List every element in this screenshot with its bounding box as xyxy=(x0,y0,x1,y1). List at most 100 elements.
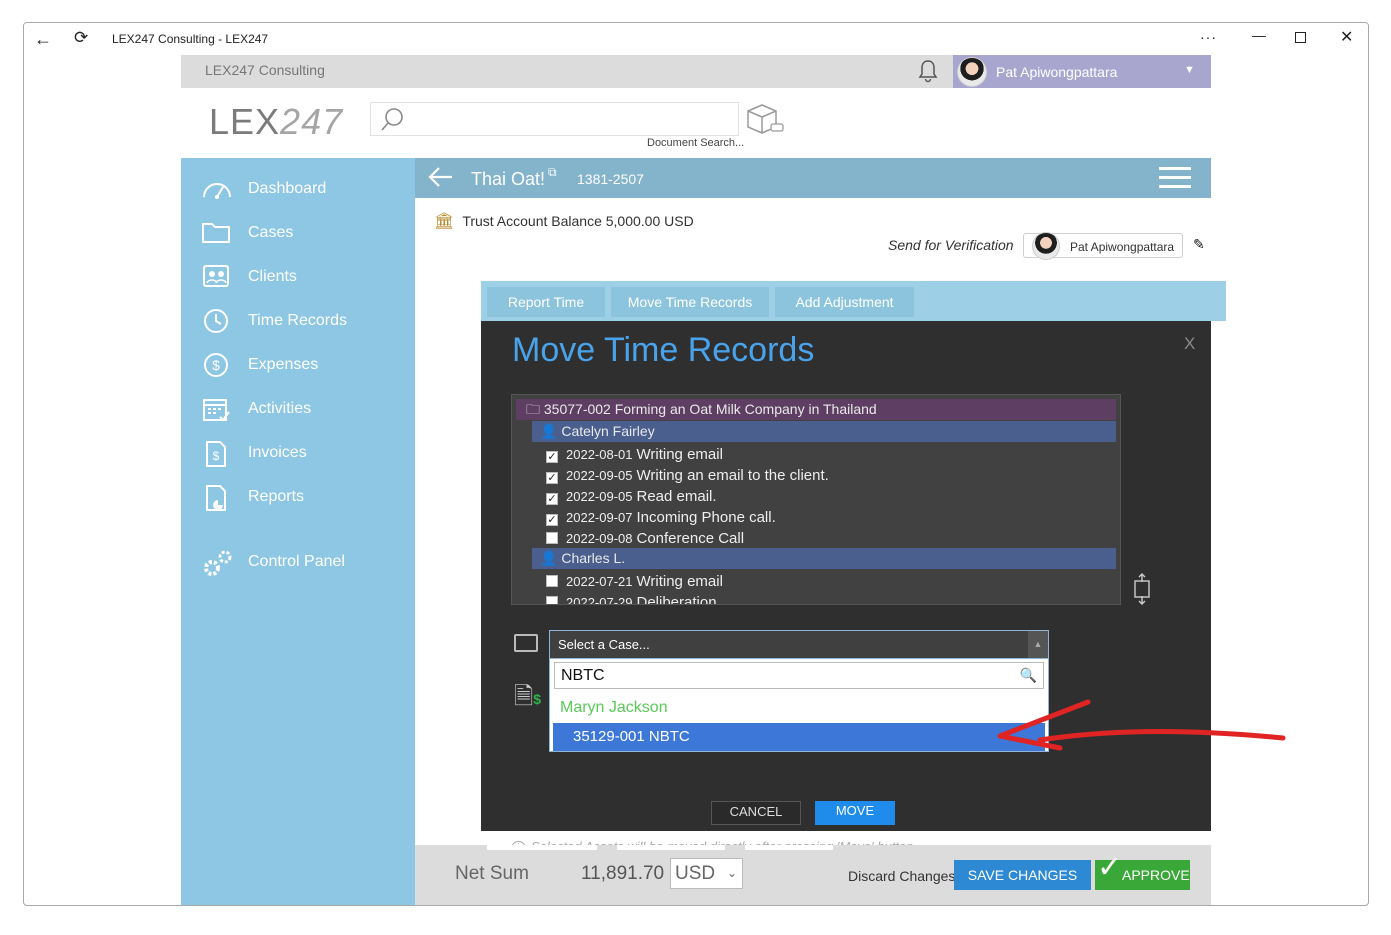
case-search-value: NBTC xyxy=(561,667,605,684)
dialog-close-button[interactable]: X xyxy=(1184,334,1195,354)
person-icon: 👤 xyxy=(540,423,562,439)
cancel-button[interactable]: CANCEL xyxy=(711,801,801,825)
entry-checkbox[interactable] xyxy=(546,532,558,544)
sidebar-item-label: Clients xyxy=(248,268,297,285)
tree-entry[interactable]: ✓ 2022-08-01 Writing email xyxy=(546,444,723,465)
move-button[interactable]: MOVE xyxy=(815,801,895,825)
logo-bold-text: LEX xyxy=(209,101,281,142)
user-name: Pat Apiwongpattara xyxy=(996,64,1118,80)
tree-entry[interactable]: ✓ 2022-09-05 Writing an email to the clien… xyxy=(546,465,829,486)
sidebar-item-label: Invoices xyxy=(248,444,307,461)
minimize-button[interactable]: — xyxy=(1252,27,1266,43)
bell-icon[interactable] xyxy=(916,58,940,90)
entry-date: 2022-07-29 xyxy=(566,595,633,605)
package-icon[interactable] xyxy=(744,102,784,143)
tree-entry[interactable]: 2022-07-29 Deliberation xyxy=(546,592,717,605)
org-bar: LEX247 Consulting Pat Apiwongpattara ▼ xyxy=(181,55,1211,88)
net-sum-value: 11,891.70 xyxy=(581,863,665,884)
tree-entry[interactable]: 2022-09-08 Conference Call xyxy=(546,528,744,549)
close-window-button[interactable]: ✕ xyxy=(1340,27,1353,47)
sidebar-item-dashboard[interactable]: Dashboard xyxy=(201,173,411,207)
calendar-icon xyxy=(201,395,231,423)
entry-checkbox[interactable]: ✓ xyxy=(546,514,558,526)
case-select-dropdown[interactable]: Select a Case... ▲ xyxy=(549,630,1049,659)
sidebar-item-label: Expenses xyxy=(248,356,319,373)
sidebar-item-cases[interactable]: Cases xyxy=(201,217,411,251)
tab-add-adjustment[interactable]: Add Adjustment xyxy=(775,287,914,317)
approve-button[interactable]: ✓ APPROVE xyxy=(1095,853,1190,890)
user-menu[interactable]: Pat Apiwongpattara ▼ xyxy=(953,55,1211,88)
org-name: LEX247 Consulting xyxy=(205,62,325,78)
currency-select[interactable]: USD ⌄ xyxy=(670,858,743,889)
person-icon: 👤 xyxy=(540,550,562,566)
avatar xyxy=(957,57,987,87)
hamburger-menu-icon[interactable] xyxy=(1159,167,1191,189)
tree-entry[interactable]: ✓ 2022-09-07 Incoming Phone call. xyxy=(546,507,776,528)
invoice-icon: 🗎$ xyxy=(514,683,542,710)
tree-case-node[interactable]: 🗀 35077-002 Forming an Oat Milk Company … xyxy=(516,399,1116,420)
discard-changes-link[interactable]: Discard Changes xyxy=(848,868,955,884)
more-options-icon[interactable]: ··· xyxy=(1200,29,1217,45)
page-header: Thai Oat! ⧉ 1381-2507 xyxy=(415,158,1211,198)
folder-icon xyxy=(201,219,231,247)
case-option-35129-001[interactable]: 35129-001 NBTC xyxy=(553,723,1045,751)
tree-entry[interactable]: 2022-07-21 Writing email xyxy=(546,571,723,592)
sidebar-item-activities[interactable]: Activities xyxy=(201,393,411,427)
page-title: Thai Oat! xyxy=(471,169,546,189)
save-changes-button[interactable]: SAVE CHANGES xyxy=(954,860,1091,890)
sidebar-item-control-panel[interactable]: Control Panel xyxy=(201,546,411,580)
search-icon: 🔍 xyxy=(1019,667,1037,683)
sidebar-item-label: Time Records xyxy=(248,312,347,329)
entry-checkbox[interactable]: ✓ xyxy=(546,451,558,463)
time-records-tree[interactable]: 🗀 35077-002 Forming an Oat Milk Company … xyxy=(511,394,1121,605)
tree-person-node[interactable]: 👤 Charles L. xyxy=(532,548,1116,569)
entry-text: Incoming Phone call. xyxy=(636,509,776,526)
entry-checkbox[interactable] xyxy=(546,575,558,587)
sidebar-item-expenses[interactable]: $ Expenses xyxy=(201,349,411,383)
tree-person-node[interactable]: 👤 Catelyn Fairley xyxy=(532,421,1116,442)
sidebar-item-invoices[interactable]: $ Invoices xyxy=(201,437,411,471)
approve-label: APPROVE xyxy=(1122,867,1190,883)
footer-tab-divider xyxy=(745,845,833,850)
entry-date: 2022-09-05 xyxy=(566,468,633,483)
dollar-icon: $ xyxy=(201,351,231,379)
folder-icon: 🗀 xyxy=(526,401,544,417)
chevron-down-icon: ▼ xyxy=(1184,64,1195,76)
currency-value: USD xyxy=(675,863,716,884)
entry-checkbox[interactable]: ✓ xyxy=(546,493,558,505)
trust-balance-text: Trust Account Balance 5,000.00 USD xyxy=(462,213,694,229)
chevron-up-icon[interactable]: ▲ xyxy=(1028,631,1048,658)
edit-pencil-icon[interactable]: ✎ xyxy=(1193,236,1205,253)
entry-checkbox[interactable]: ✓ xyxy=(546,472,558,484)
sidebar-item-label: Dashboard xyxy=(248,180,327,197)
resize-vertical-icon[interactable] xyxy=(1131,573,1153,612)
document-search-input[interactable] xyxy=(370,102,739,136)
case-search-input[interactable]: NBTC 🔍 xyxy=(554,662,1044,689)
tree-entry[interactable]: ✓ 2022-09-05 Read email. xyxy=(546,486,717,507)
entry-text: Writing an email to the client. xyxy=(636,467,829,484)
maximize-button[interactable] xyxy=(1295,32,1306,43)
net-sum-label: Net Sum xyxy=(455,863,529,884)
footer-tab-divider xyxy=(487,845,597,850)
tab-strip: Report Time Move Time Records Add Adjust… xyxy=(481,281,1226,321)
logo-light-text: 247 xyxy=(280,101,344,142)
case-select-panel: NBTC 🔍 Maryn Jackson 35129-001 NBTC xyxy=(549,658,1049,752)
case-number: 1381-2507 xyxy=(577,171,644,187)
trust-balance: 🏛 Trust Account Balance 5,000.00 USD xyxy=(434,211,694,231)
verifier-selector[interactable]: Pat Apiwongpattara xyxy=(1023,232,1183,260)
entry-text: Writing email xyxy=(636,573,723,590)
avatar xyxy=(1032,232,1060,260)
back-arrow-icon[interactable] xyxy=(427,164,455,197)
sidebar-item-label: Cases xyxy=(248,224,294,241)
tab-move-time-records[interactable]: Move Time Records xyxy=(611,287,769,317)
refresh-icon[interactable]: ⟳ xyxy=(74,28,88,48)
popout-icon[interactable]: ⧉ xyxy=(548,165,557,180)
entry-checkbox[interactable] xyxy=(546,596,558,604)
sidebar-item-clients[interactable]: Clients xyxy=(201,261,411,295)
sidebar-item-time-records[interactable]: Time Records xyxy=(201,305,411,339)
entry-date: 2022-09-08 xyxy=(566,531,633,546)
back-arrow-icon[interactable]: ← xyxy=(34,29,52,50)
sidebar-item-reports[interactable]: Reports xyxy=(201,481,411,515)
tab-report-time[interactable]: Report Time xyxy=(487,287,605,317)
report-icon xyxy=(201,483,231,511)
